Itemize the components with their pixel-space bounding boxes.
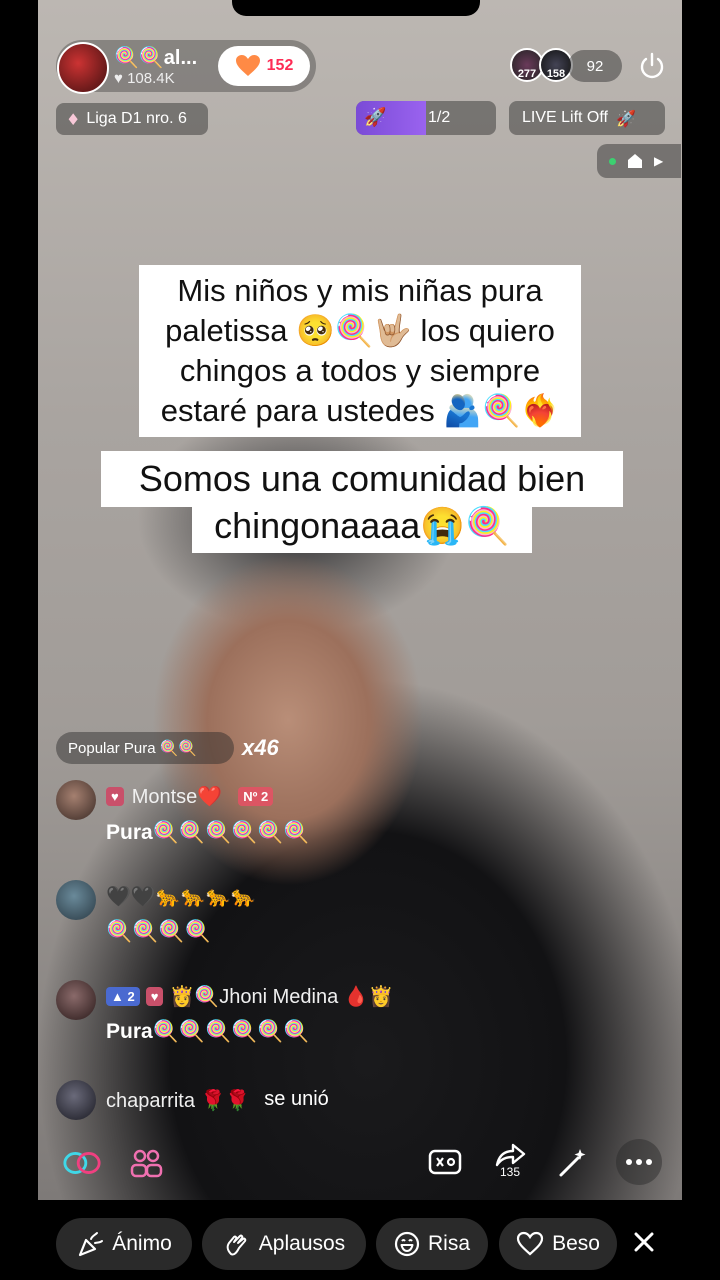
share-icon [495, 1143, 526, 1167]
close-icon[interactable] [630, 1228, 658, 1256]
laugh-face-icon [394, 1231, 420, 1257]
more-button[interactable] [616, 1139, 662, 1185]
avatar[interactable] [56, 980, 96, 1020]
joined-text: se unió [264, 1088, 329, 1110]
fan-badge: ♥ [145, 987, 164, 1006]
caption-line: chingos a todos y siempre [179, 353, 541, 388]
reaction-label: Beso [552, 1232, 600, 1255]
caption-line: estaré para ustedes 🫂🍭❤️‍🔥 [160, 393, 560, 428]
clapping-hands-icon [226, 1234, 247, 1256]
event-label: LIVE Lift Off [522, 109, 608, 126]
reaction-label: Aplausos [258, 1232, 346, 1255]
gift-banner: Popular Pura 🍭🍭 [56, 732, 234, 764]
comment-text: Pura🍭🍭🍭🍭🍭🍭 [106, 1020, 310, 1043]
caption-block-1: Mis niños y mis niñas pura paletissa 🥺🍭🤟… [139, 265, 581, 437]
caption-line: chingonaaaa😭🍭 [192, 503, 532, 553]
commenter-name[interactable]: chaparrita 🌹🌹 [106, 1088, 250, 1113]
league-badge[interactable]: ♦ Liga D1 nro. 6 [56, 103, 208, 135]
commenter-name[interactable]: 👸🍭Jhoni Medina 🩸👸 [169, 984, 393, 1009]
share-count: 135 [499, 1165, 521, 1179]
reaction-beso-button[interactable]: Beso [499, 1218, 617, 1270]
power-icon[interactable] [636, 50, 668, 82]
camera-notch [232, 0, 480, 16]
status-dot-icon [609, 157, 616, 165]
reaction-label: Ánimo [112, 1232, 172, 1255]
commenter-name[interactable]: Montse❤️ [132, 784, 223, 809]
rank-badge: Nº 2 [238, 787, 274, 806]
fan-badge: ♥ [106, 787, 124, 806]
guests-icon[interactable] [126, 1143, 166, 1183]
league-label: Liga D1 nro. 6 [86, 110, 187, 127]
follow-button[interactable]: 152 [218, 46, 310, 86]
caption-line: Somos una comunidad bien [101, 451, 623, 507]
reaction-animo-button[interactable]: Ánimo [56, 1218, 192, 1270]
level-badge: ▲ 2 [106, 987, 140, 1006]
chevron-right-icon[interactable]: ▶ [654, 154, 663, 168]
comment-text: Pura🍭🍭🍭🍭🍭🍭 [106, 821, 310, 844]
avatar[interactable] [56, 1080, 96, 1120]
follow-count: 152 [266, 57, 294, 74]
heart-icon [235, 55, 260, 76]
game-icon[interactable] [425, 1143, 465, 1183]
viewer-count[interactable]: 92 [568, 50, 622, 82]
avatar[interactable] [56, 880, 96, 920]
mini-controls[interactable]: ▶ [597, 144, 681, 178]
collab-icon[interactable] [62, 1143, 102, 1183]
goal-progress[interactable]: 🚀 1/2 [356, 101, 496, 135]
goal-progress-text: 1/2 [428, 109, 451, 126]
host-likes: ♥ 108.4K [114, 70, 175, 87]
host-name: 🍭🍭al... [114, 47, 198, 69]
top-viewer-1-count: 277 [517, 68, 537, 80]
join-message: chaparrita 🌹🌹 se unió [106, 1088, 329, 1113]
avatar[interactable] [56, 780, 96, 820]
heart-icon: ♥ [114, 70, 123, 87]
gift-combo: x46 [242, 735, 279, 760]
home-icon [628, 154, 642, 168]
comment-header: ▲ 2 ♥ 👸🍭Jhoni Medina 🩸👸 [106, 984, 394, 1009]
reaction-risa-button[interactable]: Risa [376, 1218, 488, 1270]
top-viewer-2-count: 158 [546, 68, 566, 80]
heart-icon [516, 1231, 544, 1256]
rocket-icon: 🚀 [615, 108, 636, 128]
reaction-bar: Ánimo Aplausos Risa Beso [0, 1200, 720, 1280]
caption-line: paletissa 🥺🍭🤟🏼 los quiero [165, 313, 555, 348]
share-button[interactable]: 135 [490, 1140, 530, 1180]
host-avatar[interactable] [57, 42, 109, 94]
more-dot-icon [636, 1159, 642, 1165]
rocket-gift-icon: 🚀 [364, 107, 387, 128]
host-likes-value: 108.4K [127, 70, 175, 87]
gift-banner-label: Popular Pura 🍭🍭 [68, 740, 198, 757]
diamond-icon: ♦ [66, 109, 81, 129]
commenter-name[interactable]: 🖤🖤🐆🐆🐆🐆 [106, 884, 255, 909]
magic-wand-icon[interactable] [553, 1143, 593, 1183]
more-dot-icon [646, 1159, 652, 1165]
party-popper-icon [79, 1232, 104, 1257]
comment-header: ♥ Montse❤️ Nº 2 [106, 784, 274, 809]
live-lift-off-button[interactable]: LIVE Lift Off 🚀 [509, 101, 665, 135]
more-dot-icon [626, 1159, 632, 1165]
caption-line: Mis niños y mis niñas pura [177, 273, 543, 308]
comment-text: 🍭🍭🍭🍭 [106, 920, 211, 943]
reaction-label: Risa [427, 1232, 470, 1255]
reaction-aplausos-button[interactable]: Aplausos [202, 1218, 366, 1270]
